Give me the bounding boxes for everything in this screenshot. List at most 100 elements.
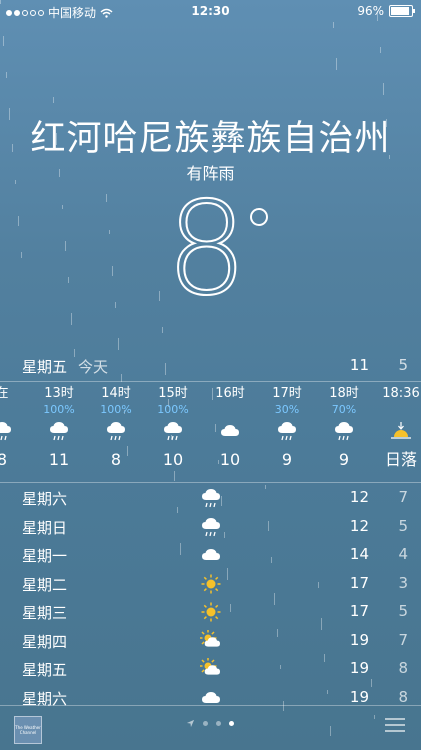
hour-time: 17时 <box>272 386 302 401</box>
day-name: 星期一 <box>22 547 68 565</box>
rain-cloud-icon <box>258 417 316 445</box>
hour-temp: 10 <box>162 450 184 469</box>
hourly-item: 13时 100% 11 <box>30 385 88 471</box>
precip-chance <box>372 403 421 417</box>
day-high: 17 <box>349 573 369 592</box>
bottom-toolbar: The Weather Channel <box>0 706 421 750</box>
day-name: 星期日 <box>22 518 68 537</box>
day-low: 8 <box>398 659 408 677</box>
hour-temp: 10 <box>219 450 241 469</box>
rain-cloud-icon <box>315 417 373 445</box>
partly-cloudy-icon <box>198 629 224 653</box>
hour-time: 18时 <box>329 386 359 401</box>
hourly-item: 18时 70% 9 <box>315 385 373 471</box>
current-temperature: 8 <box>165 175 248 324</box>
hourly-item: 在 8 <box>0 385 31 471</box>
daily-row: 星期五 19 8 <box>0 655 421 684</box>
day-high: 12 <box>349 516 369 535</box>
divider <box>0 381 421 382</box>
precip-chance <box>0 403 31 417</box>
rain-cloud-icon <box>198 515 224 539</box>
day-high: 19 <box>349 659 369 677</box>
cloud-icon <box>198 543 224 567</box>
precip-chance: 100% <box>43 403 75 416</box>
hour-temp: 8 <box>110 450 122 469</box>
hour-time: 14时 <box>101 386 131 401</box>
sun-icon <box>198 572 224 596</box>
page-indicator[interactable] <box>186 719 234 728</box>
battery-percent: 96% <box>357 4 384 18</box>
day-low: 7 <box>398 488 408 506</box>
today-label: 今天 <box>78 358 109 376</box>
daily-row: 星期三 17 5 <box>0 598 421 627</box>
rain-cloud-icon <box>30 417 88 445</box>
day-low: 5 <box>398 516 408 535</box>
day-name: 星期二 <box>22 575 68 594</box>
day-low: 8 <box>398 687 408 706</box>
divider <box>0 482 421 483</box>
hour-time: 在 <box>0 386 9 401</box>
status-bar: 中国移动 12:30 96% <box>0 0 421 22</box>
rain-cloud-icon <box>0 417 31 445</box>
precip-chance: 30% <box>274 403 300 416</box>
day-low: 3 <box>398 573 408 592</box>
day-name: 星期六 <box>22 490 68 508</box>
day-name: 星期四 <box>22 632 68 651</box>
hour-temp: 8 <box>0 450 8 469</box>
hour-time: 15时 <box>158 386 188 401</box>
hour-temp: 9 <box>338 450 350 469</box>
hour-temp: 11 <box>48 450 70 469</box>
hourly-item: 17时 30% 9 <box>258 385 316 471</box>
city-name: 红河哈尼族彝族自治州 <box>30 119 391 159</box>
daily-row: 星期日 12 5 <box>0 513 421 542</box>
day-high: 12 <box>349 488 369 506</box>
rain-cloud-icon <box>198 486 224 510</box>
day-name: 星期五 <box>22 661 68 679</box>
hour-time: 16时 <box>215 386 245 401</box>
hour-time: 13时 <box>44 386 74 401</box>
page-dot-active <box>229 721 234 726</box>
rain-cloud-icon <box>144 417 202 445</box>
daily-row: 星期四 19 7 <box>0 627 421 656</box>
day-high: 19 <box>349 630 369 649</box>
page-dot <box>203 721 208 726</box>
hour-temp: 日落 <box>384 450 417 469</box>
rain-cloud-icon <box>87 417 145 445</box>
sun-icon <box>198 600 224 624</box>
hour-time: 18:36 <box>382 386 420 401</box>
hour-temp: 9 <box>281 450 293 469</box>
today-summary: 星期五 今天 11 5 <box>0 356 421 380</box>
precip-chance: 100% <box>157 403 189 416</box>
day-low: 7 <box>398 630 408 649</box>
day-high: 19 <box>349 687 369 706</box>
location-arrow-icon <box>186 719 195 728</box>
today-day: 星期五 <box>22 358 68 376</box>
weather-channel-logo[interactable]: The Weather Channel <box>14 716 42 744</box>
hourly-item: 16时 10 <box>201 385 259 471</box>
battery-icon <box>389 5 415 17</box>
today-low: 5 <box>398 356 408 374</box>
daily-row: 星期二 17 3 <box>0 570 421 599</box>
daily-row: 星期六 12 7 <box>0 484 421 513</box>
daily-forecast[interactable]: 星期六 12 7 星期日 12 5 星期一 14 4 星期二 17 3 星期三 … <box>0 484 421 712</box>
precip-chance: 100% <box>100 403 132 416</box>
day-low: 5 <box>398 602 408 620</box>
hourly-item: 18:36 日落 <box>372 385 421 471</box>
day-name: 星期三 <box>22 604 68 622</box>
precip-chance <box>201 403 259 417</box>
sunset-icon <box>372 417 421 445</box>
day-high: 14 <box>349 545 369 563</box>
page-dot <box>216 721 221 726</box>
daily-row: 星期一 14 4 <box>0 541 421 570</box>
day-low: 4 <box>398 545 408 563</box>
today-high: 11 <box>349 356 369 374</box>
city-list-icon[interactable] <box>385 718 405 736</box>
hourly-item: 14时 100% 8 <box>87 385 145 471</box>
hourly-forecast[interactable]: 在 8 13时 100% 11 14时 100% 8 15时 100% 10 1… <box>0 385 421 480</box>
cloud-icon <box>201 417 259 445</box>
precip-chance: 70% <box>331 403 357 416</box>
degree-icon <box>250 208 268 226</box>
day-high: 17 <box>349 602 369 620</box>
partly-cloudy-icon <box>198 657 224 681</box>
hourly-item: 15时 100% 10 <box>144 385 202 471</box>
